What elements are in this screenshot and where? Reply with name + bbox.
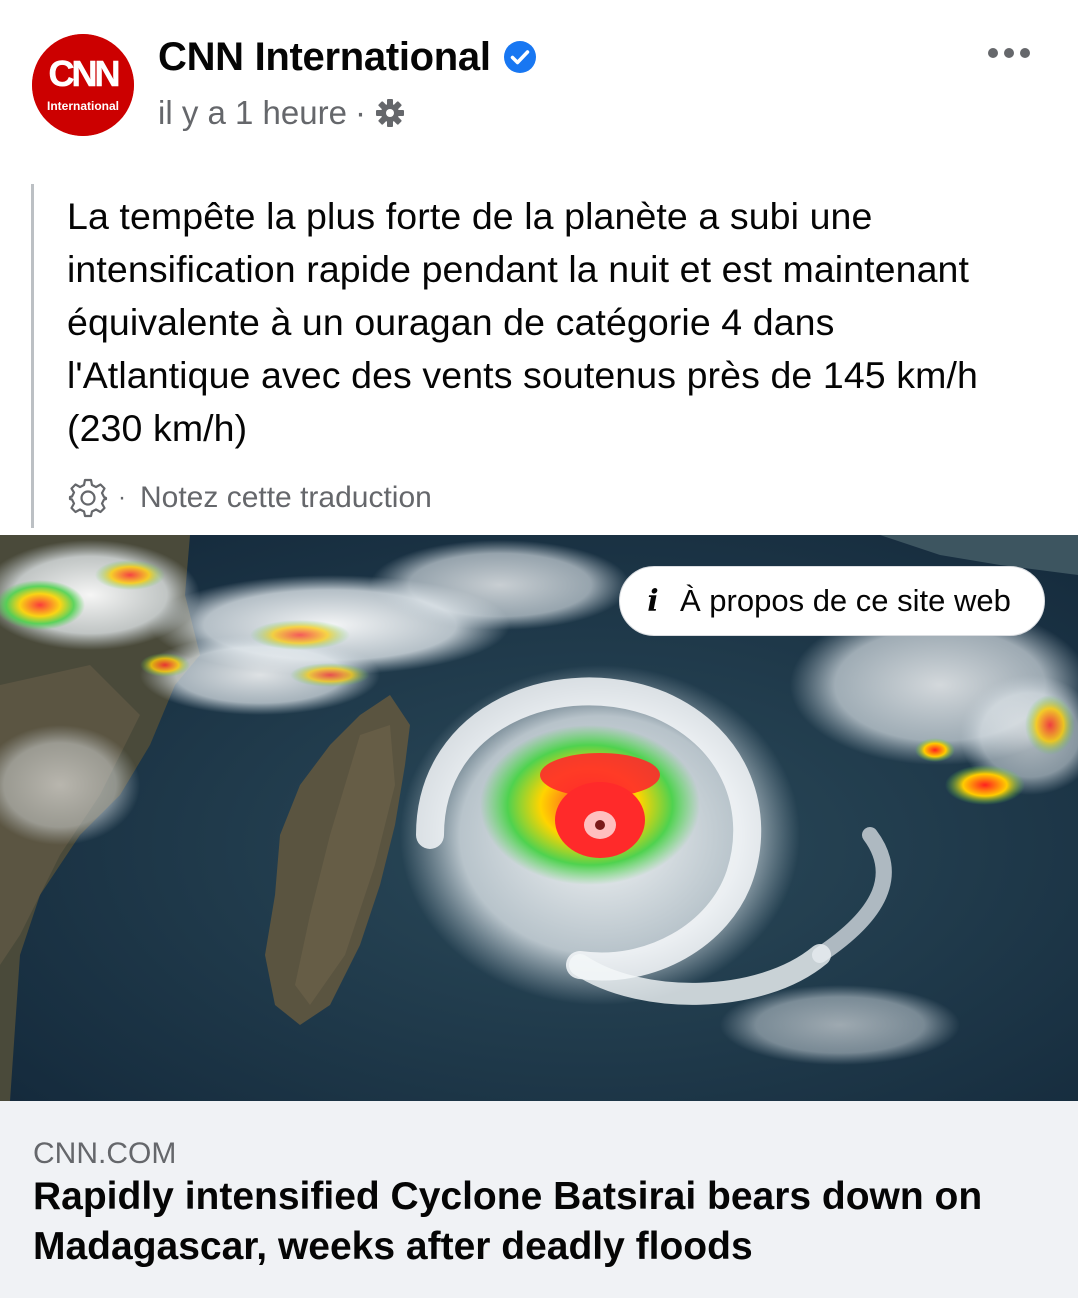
about-website-button[interactable]: i À propos de ce site web <box>619 566 1045 636</box>
cnn-logo-icon: CNN International <box>32 34 134 136</box>
meta-separator: · <box>354 94 366 131</box>
post-timestamp[interactable]: il y a 1 heure <box>158 92 347 134</box>
link-domain: CNN.COM <box>33 1137 177 1170</box>
link-title[interactable]: Rapidly intensified Cyclone Batsirai bea… <box>33 1172 1043 1272</box>
rate-translation-row[interactable]: · Notez cette traduction <box>66 474 432 522</box>
verified-badge-icon <box>504 41 536 73</box>
rate-translation-link[interactable]: Notez cette traduction <box>140 481 432 515</box>
post-text: La tempête la plus forte de la planète a… <box>67 195 978 449</box>
more-options-icon[interactable] <box>984 38 1034 68</box>
avatar-logo-text: CNN <box>49 53 119 94</box>
rate-separator: · <box>118 484 126 511</box>
page-name[interactable]: CNN International <box>158 34 491 80</box>
cnn-avatar[interactable]: CNN International <box>32 34 134 136</box>
info-icon: i <box>647 583 659 619</box>
post-meta: il y a 1 heure · <box>158 92 406 134</box>
avatar-logo-subtext: International <box>47 99 119 113</box>
post-header: CNN International CNN International il y… <box>0 0 1078 170</box>
translation-quote-bar <box>31 184 34 528</box>
gear-icon[interactable] <box>66 476 110 520</box>
about-website-label: À propos de ce site web <box>680 583 1011 618</box>
gear-icon[interactable] <box>374 97 406 129</box>
